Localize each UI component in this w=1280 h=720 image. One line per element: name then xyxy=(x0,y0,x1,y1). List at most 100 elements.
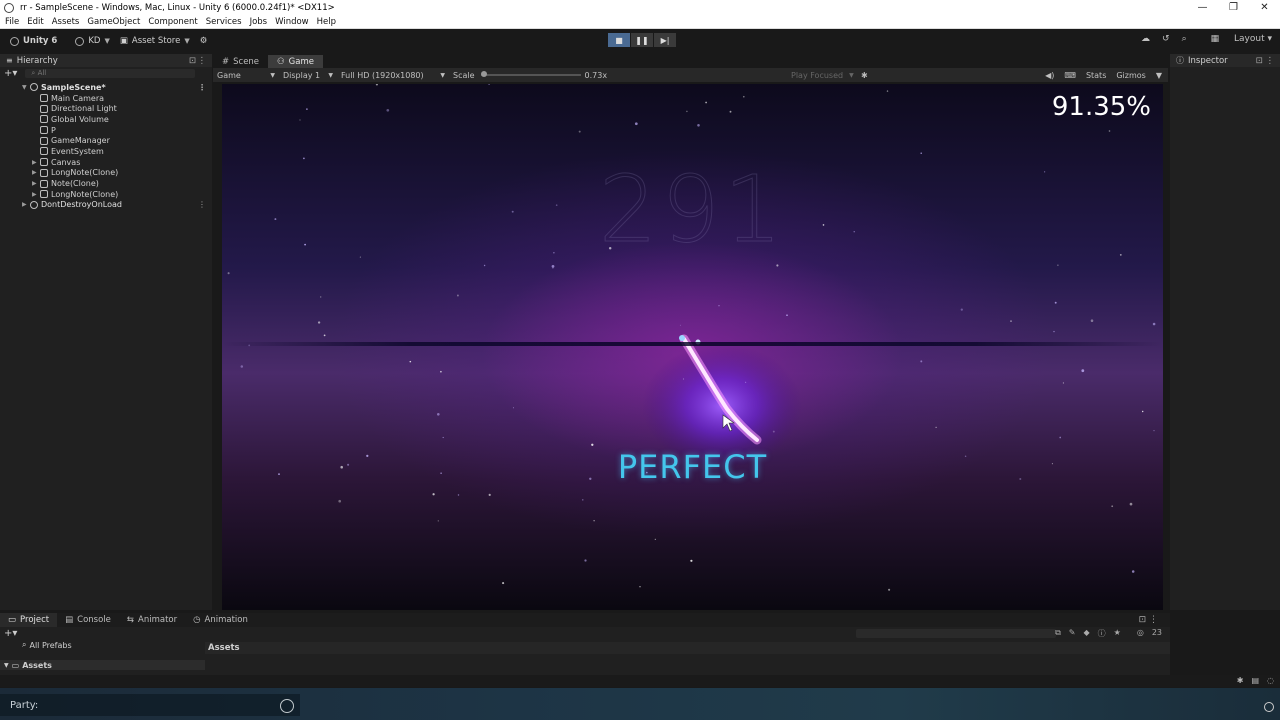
tab-animation[interactable]: ◷ Animation xyxy=(185,613,256,627)
all-prefabs-item[interactable]: ⌕ All Prefabs xyxy=(0,640,205,650)
expand-arrow-icon[interactable]: ▼ xyxy=(22,84,30,91)
keyboard-icon[interactable]: ⌨ xyxy=(1064,71,1076,80)
lock-icon[interactable]: ⊡ ⋮ xyxy=(1256,56,1274,66)
bug-icon[interactable]: ✱ xyxy=(861,71,868,80)
maximize-button[interactable]: ❐ xyxy=(1218,0,1249,15)
stats-button[interactable]: Stats xyxy=(1086,71,1106,80)
menu-file[interactable]: File xyxy=(5,17,19,27)
menu-component[interactable]: Component xyxy=(148,17,197,27)
gameobject-cube-icon xyxy=(40,190,48,199)
party-input[interactable]: Party: xyxy=(0,694,300,716)
menu-gameobject[interactable]: GameObject xyxy=(87,17,140,27)
assets-folder-item[interactable]: ▼ ▭ Assets xyxy=(0,660,205,670)
type-filter-icon[interactable]: ✎ xyxy=(1069,628,1076,639)
pause-button[interactable]: ❚❚ xyxy=(631,33,653,47)
chevron-down-icon: ▼ xyxy=(849,71,854,79)
expand-arrow-icon[interactable]: ▶ xyxy=(32,180,40,187)
bag-icon: ▣ xyxy=(119,36,128,46)
hierarchy-item[interactable]: ▶ LongNote(Clone) xyxy=(0,168,212,179)
project-search-input[interactable] xyxy=(856,629,1056,638)
hierarchy-item[interactable]: ▶ Canvas xyxy=(0,157,212,168)
menu-window[interactable]: Window xyxy=(275,17,309,27)
scale-slider-knob[interactable] xyxy=(480,71,487,77)
audio-icon[interactable]: ◀) xyxy=(1045,71,1054,80)
cache-icon[interactable]: ▤ xyxy=(1251,676,1259,685)
star-particle xyxy=(512,407,515,409)
star-particle xyxy=(1090,319,1094,322)
info-icon[interactable]: ⓘ xyxy=(1098,628,1106,639)
cloud-icon[interactable]: ☁ xyxy=(1141,34,1150,44)
chevron-down-icon[interactable]: ▼ xyxy=(1156,71,1162,80)
bottom-tabs: ▭ Project ▤ Console ⇆ Animator ◷ Animation ⊡… xyxy=(0,613,1170,627)
hierarchy-item[interactable]: P xyxy=(0,125,212,136)
star-particle xyxy=(375,84,378,86)
cloud-settings-button[interactable]: ⚙ xyxy=(200,36,208,46)
search-icon[interactable]: ⌕ xyxy=(1182,34,1187,44)
dontdestroy-row[interactable]: ▶ DontDestroyOnLoad ⋮ xyxy=(0,200,212,211)
star-particle xyxy=(920,360,923,363)
scene-row[interactable]: ▼ SampleScene* ⋮ xyxy=(0,82,212,93)
hierarchy-search-input[interactable]: ⌕ All xyxy=(25,69,196,78)
create-plus-button[interactable]: +▾ xyxy=(4,68,17,79)
gizmos-button[interactable]: Gizmos xyxy=(1116,71,1145,80)
hierarchy-item[interactable]: GameManager xyxy=(0,135,212,146)
menu-edit[interactable]: Edit xyxy=(27,17,43,27)
asset-store-dropdown[interactable]: ▣ Asset Store ▼ xyxy=(120,36,190,46)
expand-arrow-icon[interactable]: ▶ xyxy=(32,191,40,198)
game-render-area[interactable]: 291 91.35% PERFECT xyxy=(222,84,1163,610)
kebab-menu-icon[interactable]: ⋮ xyxy=(198,200,206,209)
play-focused-label: Play Focused xyxy=(791,70,844,80)
hierarchy-item[interactable]: ▶ LongNote(Clone) xyxy=(0,189,212,200)
play-focused-dropdown[interactable]: Play Focused ▼ xyxy=(791,71,854,80)
tab-project[interactable]: ▭ Project xyxy=(0,613,58,627)
label-icon[interactable]: ◆ xyxy=(1084,628,1090,639)
settings-icon[interactable] xyxy=(1264,702,1274,712)
filter-icon[interactable]: ⧉ xyxy=(1055,628,1061,639)
menu-assets[interactable]: Assets xyxy=(52,17,80,27)
create-plus-button[interactable]: +▾ xyxy=(4,628,17,639)
inspector-tab[interactable]: ⓘ Inspector ⊡ ⋮ xyxy=(1170,54,1280,67)
debug-icon[interactable]: ✱ xyxy=(1237,676,1244,685)
tab-animator[interactable]: ⇆ Animator xyxy=(119,613,185,627)
judgement-text: PERFECT xyxy=(617,448,768,486)
lock-icon[interactable]: ⊡ xyxy=(189,56,196,66)
expand-arrow-icon[interactable]: ▶ xyxy=(22,201,30,208)
stop-button[interactable]: ■ xyxy=(608,33,630,47)
history-icon[interactable]: ↺ xyxy=(1162,34,1170,44)
tab-game[interactable]: ⚇ Game xyxy=(268,55,323,68)
kebab-menu-icon[interactable]: ⋮ xyxy=(198,83,206,92)
star-icon[interactable]: ★ xyxy=(1114,628,1121,639)
lock-icon[interactable]: ⊡ ⋮ xyxy=(1139,615,1158,625)
tab-console[interactable]: ▤ Console xyxy=(57,613,119,627)
resolution-dropdown[interactable]: Full HD (1920x1080) ▼ xyxy=(341,71,445,80)
menu-services[interactable]: Services xyxy=(206,17,242,27)
star-particle xyxy=(1129,502,1133,506)
tab-scene[interactable]: # Scene xyxy=(213,55,268,68)
expand-arrow-icon[interactable]: ▶ xyxy=(32,159,40,166)
expand-arrow-icon: ▼ xyxy=(4,661,9,669)
game-mode-dropdown[interactable]: Game ▼ xyxy=(217,71,275,80)
display-dropdown[interactable]: Display 1 ▼ xyxy=(283,71,333,80)
menu-help[interactable]: Help xyxy=(317,17,336,27)
close-button[interactable]: ✕ xyxy=(1249,0,1280,15)
progress-icon[interactable]: ◌ xyxy=(1267,676,1274,685)
expand-arrow-icon[interactable]: ▶ xyxy=(32,169,40,176)
hierarchy-item[interactable]: EventSystem xyxy=(0,146,212,157)
hierarchy-item[interactable]: Global Volume xyxy=(0,114,212,125)
hierarchy-item[interactable]: ▶ Note(Clone) xyxy=(0,178,212,189)
star-particle xyxy=(786,314,788,317)
unity-home-button[interactable]: Unity 6 xyxy=(10,36,57,46)
menu-jobs[interactable]: Jobs xyxy=(250,17,268,27)
layout-dropdown[interactable]: ▦ Layout ▾ xyxy=(1199,34,1272,44)
hierarchy-tab[interactable]: ≡ Hierarchy ⊡ ⋮ xyxy=(0,54,212,67)
party-target-icon[interactable] xyxy=(280,699,294,713)
scale-slider[interactable] xyxy=(480,71,581,77)
hierarchy-item[interactable]: Directional Light xyxy=(0,103,212,114)
account-dropdown[interactable]: KD ▼ xyxy=(75,36,110,46)
hierarchy-item[interactable]: Main Camera xyxy=(0,93,212,104)
kebab-menu-icon[interactable]: ⋮ xyxy=(198,56,207,66)
minimize-button[interactable]: — xyxy=(1187,0,1218,15)
step-button[interactable]: ▶| xyxy=(654,33,676,47)
star-particle xyxy=(440,370,442,373)
hidden-count-value: 23 xyxy=(1151,628,1162,637)
